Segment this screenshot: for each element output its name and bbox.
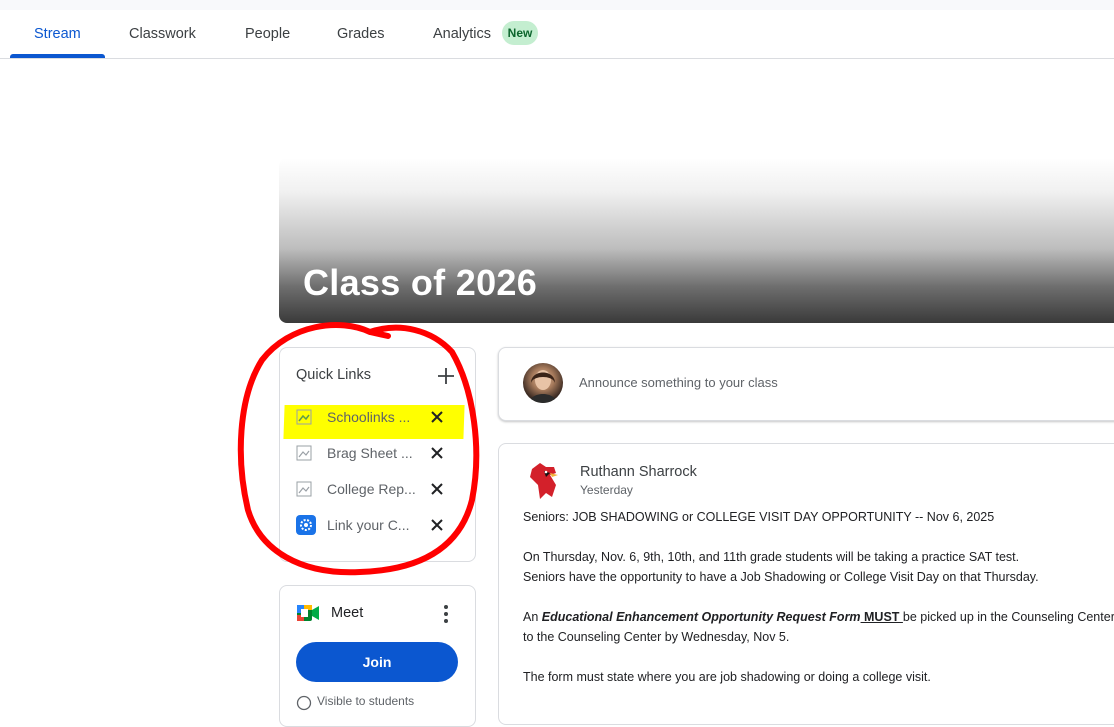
join-button[interactable]: Join bbox=[296, 642, 458, 682]
quick-links-title: Quick Links bbox=[296, 367, 371, 383]
post-text: be picked up in the Counseling Center, bbox=[902, 610, 1114, 624]
quick-link-item[interactable]: Brag Sheet ... bbox=[296, 444, 456, 464]
remove-link-icon[interactable] bbox=[430, 410, 444, 424]
quick-link-item[interactable]: College Rep... bbox=[296, 480, 456, 500]
broken-image-icon bbox=[296, 445, 312, 461]
quick-link-label: Brag Sheet ... bbox=[327, 445, 413, 461]
class-tabs: Stream Classwork People Grades Analytics bbox=[0, 10, 1114, 59]
meet-label: Meet bbox=[331, 605, 364, 621]
meet-icon bbox=[297, 605, 319, 621]
form-name: Educational Enhancement Opportunity Requ… bbox=[541, 610, 861, 624]
tab-grades[interactable]: Grades bbox=[337, 10, 385, 58]
tab-classwork[interactable]: Classwork bbox=[129, 10, 196, 58]
cardinal-avatar-icon bbox=[530, 463, 558, 499]
quick-link-label: College Rep... bbox=[327, 481, 416, 497]
post-timestamp: Yesterday bbox=[580, 483, 633, 497]
visibility-icon bbox=[296, 695, 312, 711]
new-badge: New bbox=[502, 21, 538, 45]
post-text: An bbox=[523, 610, 542, 624]
avatar bbox=[523, 363, 563, 403]
tab-analytics[interactable]: Analytics bbox=[433, 10, 491, 58]
quick-link-label: Schoolinks ... bbox=[327, 409, 411, 425]
quick-link-label: Link your C... bbox=[327, 517, 410, 533]
tab-stream[interactable]: Stream bbox=[34, 10, 81, 58]
remove-link-icon[interactable] bbox=[430, 518, 444, 532]
quick-link-item[interactable]: Link your C... bbox=[296, 515, 456, 536]
calendar-link-icon bbox=[296, 515, 316, 535]
announce-placeholder[interactable]: Announce something to your class bbox=[579, 375, 778, 390]
post-author[interactable]: Ruthann Sharrock bbox=[580, 464, 697, 480]
visibility-text: Visible to students bbox=[317, 694, 415, 708]
remove-link-icon[interactable] bbox=[430, 482, 444, 496]
broken-image-icon bbox=[296, 481, 312, 497]
more-options-icon[interactable] bbox=[440, 604, 452, 624]
post-body-line: On Thursday, Nov. 6, 9th, 10th, and 11th… bbox=[523, 550, 1020, 564]
quick-link-item[interactable]: Schoolinks ... bbox=[296, 408, 456, 428]
active-tab-indicator bbox=[10, 54, 105, 58]
post-body-line: to the Counseling Center by Wednesday, N… bbox=[523, 630, 790, 644]
post-body-line: The form must state where you are job sh… bbox=[523, 670, 931, 684]
post-body-line: An Educational Enhancement Opportunity R… bbox=[523, 610, 1114, 624]
top-strip bbox=[0, 0, 1114, 10]
remove-link-icon[interactable] bbox=[430, 446, 444, 460]
must-text: MUST bbox=[860, 610, 903, 624]
class-title: Class of 2026 bbox=[303, 262, 538, 303]
add-link-icon[interactable] bbox=[436, 366, 456, 386]
broken-image-icon bbox=[296, 409, 312, 425]
post-body-line: Seniors have the opportunity to have a J… bbox=[523, 570, 1039, 584]
tab-people[interactable]: People bbox=[245, 10, 290, 58]
post-body-line: Seniors: JOB SHADOWING or COLLEGE VISIT … bbox=[523, 510, 995, 524]
